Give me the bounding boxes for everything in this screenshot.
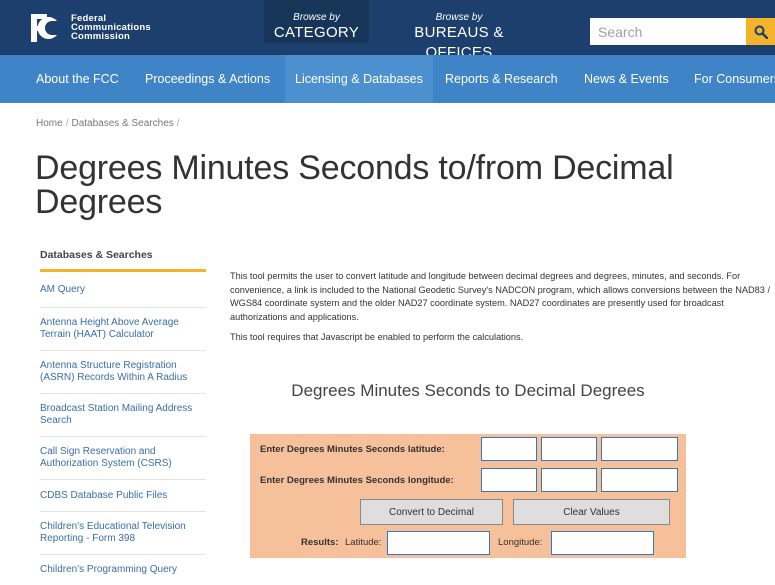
browse-category-small: Browse by (293, 12, 340, 23)
browse-category-big: CATEGORY (273, 24, 360, 41)
main-nav: About the FCC Proceedings & Actions Lice… (0, 55, 775, 103)
nav-news-events[interactable]: News & Events (584, 55, 669, 103)
intro-paragraph: This tool permits the user to convert la… (230, 271, 770, 322)
tool-title: Degrees Minutes Seconds to Decimal Degre… (291, 381, 645, 400)
sidebar-item-cdbs-public-files[interactable]: CDBS Database Public Files (40, 480, 206, 512)
sidebar-item-asrn-records[interactable]: Antenna Structure Registration (ASRN) Re… (40, 351, 206, 394)
breadcrumb: Home / Databases & Searches / (36, 118, 183, 129)
latitude-dms-label: Enter Degrees Minutes Seconds latitude: (260, 444, 445, 455)
results-longitude-label: Longitude: (498, 537, 543, 548)
results-label: Results: (301, 537, 339, 548)
latitude-minutes-input[interactable] (541, 437, 597, 461)
top-header: Federal Communications Commission Browse… (0, 0, 775, 61)
sidebar: Databases & Searches AM Query Antenna He… (40, 241, 206, 585)
results-longitude-field[interactable] (551, 531, 654, 555)
convert-to-decimal-button[interactable]: Convert to Decimal (360, 499, 503, 525)
page-title: Degrees Minutes Seconds to/from Decimal … (35, 149, 674, 221)
longitude-degrees-input[interactable] (481, 468, 537, 492)
sidebar-item-form-398[interactable]: Children's Educational Television Report… (40, 512, 206, 555)
nav-licensing-databases[interactable]: Licensing & Databases (285, 55, 433, 103)
sidebar-item-mailing-address-search[interactable]: Broadcast Station Mailing Address Search (40, 394, 206, 437)
search-input[interactable] (590, 18, 746, 45)
longitude-minutes-input[interactable] (541, 468, 597, 492)
results-latitude-label: Latitude: (345, 537, 382, 548)
nav-proceedings-actions[interactable]: Proceedings & Actions (145, 55, 270, 103)
results-latitude-field[interactable] (387, 531, 490, 555)
javascript-note: This tool requires that Javascript be en… (230, 332, 524, 342)
search-button[interactable] (746, 18, 775, 45)
breadcrumb-home[interactable]: Home (36, 118, 63, 129)
latitude-degrees-input[interactable] (481, 437, 537, 461)
fcc-logo-icon[interactable] (28, 12, 62, 44)
dms-to-decimal-form: Enter Degrees Minutes Seconds latitude: … (250, 434, 686, 558)
latitude-seconds-input[interactable] (601, 437, 678, 461)
sidebar-item-haat-calculator[interactable]: Antenna Height Above Average Terrain (HA… (40, 308, 206, 351)
sidebar-item-csrs[interactable]: Call Sign Reservation and Authorization … (40, 437, 206, 480)
search-icon (754, 25, 768, 39)
fcc-logo-text[interactable]: Federal Communications Commission (71, 14, 151, 42)
longitude-seconds-input[interactable] (601, 468, 678, 492)
breadcrumb-separator: / (176, 118, 180, 129)
browse-by-category-menu[interactable]: Browse by CATEGORY (264, 0, 369, 43)
sidebar-item-childrens-programming[interactable]: Children's Programming Query (40, 555, 206, 585)
sidebar-heading: Databases & Searches (40, 241, 206, 272)
nav-about-fcc[interactable]: About the FCC (36, 55, 119, 103)
nav-reports-research[interactable]: Reports & Research (445, 55, 558, 103)
breadcrumb-databases[interactable]: Databases & Searches (71, 118, 173, 129)
nav-for-consumers[interactable]: For Consumers (694, 55, 775, 103)
clear-values-button[interactable]: Clear Values (513, 499, 670, 525)
longitude-dms-label: Enter Degrees Minutes Seconds longitude: (260, 475, 454, 486)
sidebar-item-am-query[interactable]: AM Query (40, 272, 206, 308)
intro-content: This tool permits the user to convert la… (230, 270, 775, 345)
logo-line-3: Commission (71, 31, 131, 42)
browse-bureaus-small: Browse by (435, 12, 483, 23)
